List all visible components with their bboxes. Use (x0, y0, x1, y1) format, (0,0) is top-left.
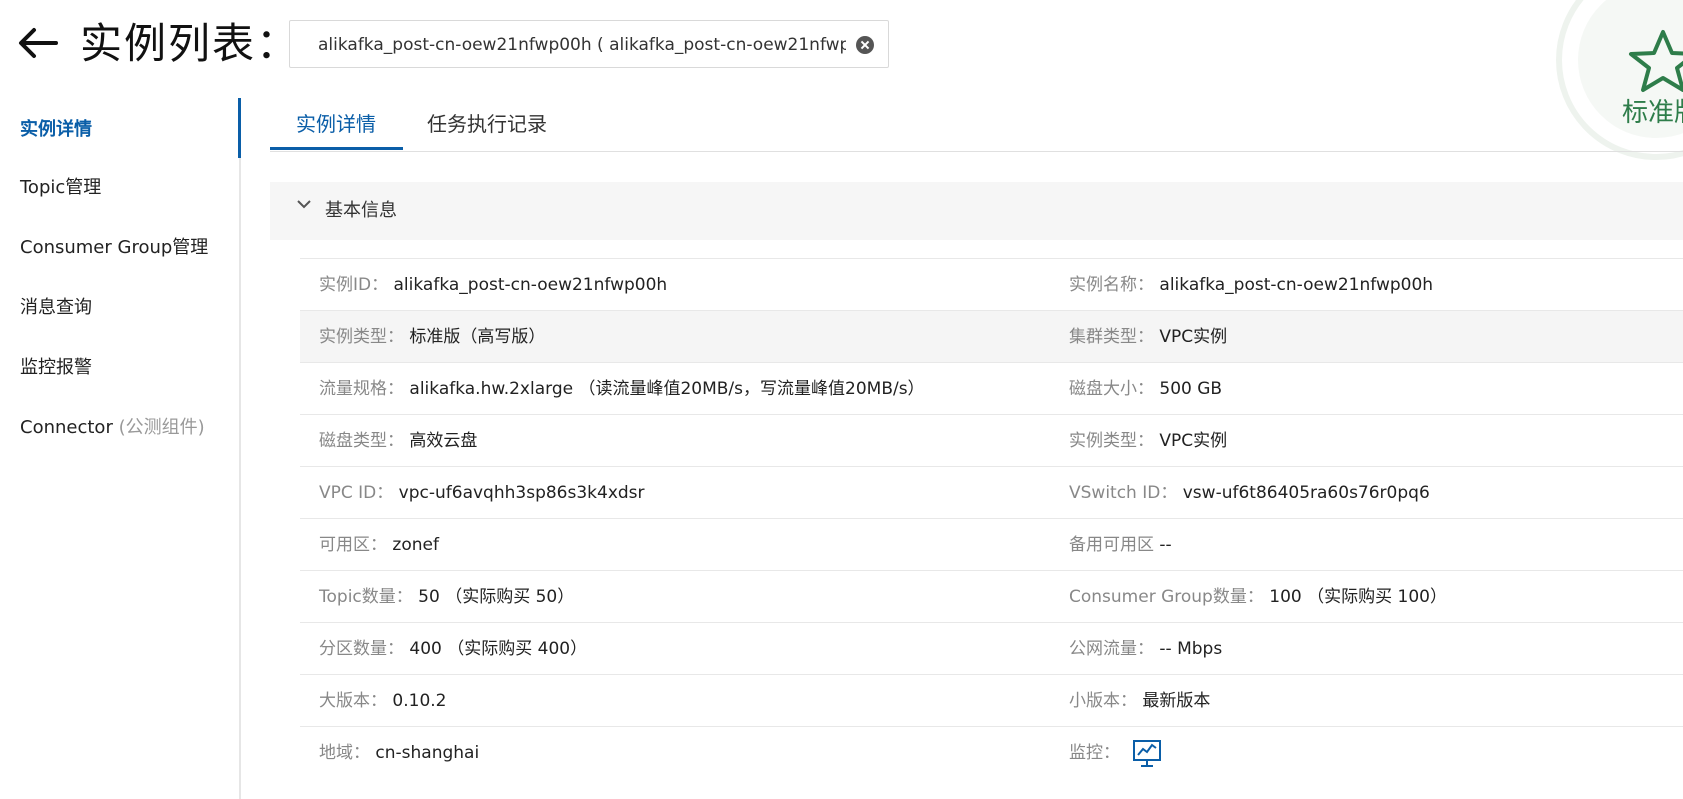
field-label: 大版本： (319, 691, 387, 711)
monitor-chart-icon[interactable] (1132, 738, 1162, 768)
detail-row: VPC ID： vpc-uf6avqhh3sp86s3k4xdsr VSwitc… (300, 466, 1683, 518)
field-value: 50 （实际购买 50） (418, 587, 575, 607)
detail-row: 可用区： zonef 备用可用区 -- (300, 518, 1683, 570)
field-label: 集群类型： (1069, 327, 1154, 347)
field-label: VSwitch ID： (1069, 483, 1178, 503)
detail-left-cell: 可用区： zonef (319, 519, 439, 571)
sidebar (0, 96, 240, 799)
field-label: 实例类型： (319, 327, 404, 347)
detail-left-cell: 实例ID： alikafka_post-cn-oew21nfwp00h (319, 259, 667, 311)
field-label: 磁盘大小： (1069, 379, 1154, 399)
field-value: zonef (392, 535, 439, 555)
field-value: 100 （实际购买 100） (1269, 587, 1447, 607)
field-value: 400 （实际购买 400） (409, 639, 588, 659)
field-label: Consumer Group数量： (1069, 587, 1264, 607)
detail-right-cell: 实例名称： alikafka_post-cn-oew21nfwp00h (1069, 259, 1433, 311)
field-value: 标准版（高写版） (409, 327, 546, 347)
detail-right-cell: VSwitch ID： vsw-uf6t86405ra60s76r0pq6 (1069, 467, 1430, 519)
field-label: Topic数量： (319, 587, 413, 607)
sidebar-item-monitoring-alerts[interactable]: 监控报警 (20, 356, 92, 380)
sidebar-item-consumer-group-management[interactable]: Consumer Group管理 (20, 236, 208, 260)
star-icon (1629, 30, 1683, 92)
section-title: 基本信息 (325, 200, 397, 221)
field-label: 实例名称： (1069, 275, 1154, 295)
sidebar-item-connector-suffix: (公测组件) (118, 417, 205, 438)
sidebar-item-message-query[interactable]: 消息查询 (20, 296, 92, 320)
field-value: 最新版本 (1142, 691, 1211, 711)
detail-left-cell: 流量规格： alikafka.hw.2xlarge （读流量峰值20MB/s，写… (319, 363, 925, 415)
field-value: -- (1159, 535, 1172, 555)
tab-task-records[interactable]: 任务执行记录 (427, 110, 547, 138)
detail-row: 流量规格： alikafka.hw.2xlarge （读流量峰值20MB/s，写… (300, 362, 1683, 414)
field-label: 备用可用区 (1069, 535, 1154, 555)
field-value: vpc-uf6avqhh3sp86s3k4xdsr (398, 483, 645, 503)
field-value: 高效云盘 (409, 431, 478, 451)
field-label: 小版本： (1069, 691, 1137, 711)
detail-row: 实例类型： 标准版（高写版） 集群类型： VPC实例 (300, 310, 1683, 362)
clear-icon[interactable] (856, 36, 874, 54)
detail-tabs: 实例详情 任务执行记录 (270, 96, 1683, 152)
detail-row: 分区数量： 400 （实际购买 400） 公网流量： -- Mbps (300, 622, 1683, 674)
detail-right-cell: 实例类型： VPC实例 (1069, 415, 1227, 467)
chevron-down-icon[interactable] (296, 196, 312, 212)
instance-select[interactable]: alikafka_post-cn-oew21nfwp00h ( alikafka… (289, 20, 889, 68)
field-value: vsw-uf6t86405ra60s76r0pq6 (1182, 483, 1430, 503)
field-label: 磁盘类型： (319, 431, 404, 451)
detail-left-cell: 地域： cn-shanghai (319, 727, 479, 779)
sidebar-item-connector-label: Connector (20, 417, 113, 438)
detail-right-cell: 监控： (1069, 727, 1162, 779)
field-value: alikafka.hw.2xlarge （读流量峰值20MB/s，写流量峰值20… (409, 379, 925, 399)
detail-left-cell: 磁盘类型： 高效云盘 (319, 415, 477, 467)
field-value: 0.10.2 (392, 691, 447, 711)
field-label: 实例类型： (1069, 431, 1154, 451)
field-value: cn-shanghai (375, 743, 480, 763)
field-value: 500 GB (1159, 379, 1223, 399)
page-header: 实例列表： alikafka_post-cn-oew21nfwp00h ( al… (0, 0, 1683, 90)
field-label: 公网流量： (1069, 639, 1154, 659)
field-value: VPC实例 (1159, 327, 1228, 347)
field-value: alikafka_post-cn-oew21nfwp00h (1159, 275, 1434, 295)
detail-row: 磁盘类型： 高效云盘 实例类型： VPC实例 (300, 414, 1683, 466)
basic-info-section-header[interactable]: 基本信息 (270, 182, 1683, 240)
detail-left-cell: VPC ID： vpc-uf6avqhh3sp86s3k4xdsr (319, 467, 645, 519)
instance-select-value: alikafka_post-cn-oew21nfwp00h ( alikafka… (318, 35, 846, 55)
detail-right-cell: 小版本： 最新版本 (1069, 675, 1210, 727)
tab-instance-details[interactable]: 实例详情 (296, 110, 376, 138)
field-label: 流量规格： (319, 379, 404, 399)
detail-left-cell: 大版本： 0.10.2 (319, 675, 446, 727)
detail-right-cell: 集群类型： VPC实例 (1069, 311, 1227, 363)
detail-row: 实例ID： alikafka_post-cn-oew21nfwp00h 实例名称… (300, 258, 1683, 310)
detail-right-cell: 磁盘大小： 500 GB (1069, 363, 1222, 415)
detail-right-cell: 公网流量： -- Mbps (1069, 623, 1222, 675)
detail-row: 地域： cn-shanghai 监控： (300, 726, 1683, 778)
field-value: -- Mbps (1159, 639, 1223, 659)
field-label: 地域： (319, 743, 370, 763)
detail-left-cell: 分区数量： 400 （实际购买 400） (319, 623, 587, 675)
page-title: 实例列表： (80, 19, 301, 68)
field-label: 实例ID： (319, 275, 389, 295)
field-value: VPC实例 (1159, 431, 1228, 451)
sidebar-item-topic-management[interactable]: Topic管理 (20, 176, 101, 200)
field-label: VPC ID： (319, 483, 394, 503)
active-tab-underline (270, 147, 403, 150)
field-label: 分区数量： (319, 639, 404, 659)
back-arrow-icon[interactable] (16, 26, 58, 60)
sidebar-item-connector[interactable]: Connector (公测组件) (20, 416, 205, 440)
field-label: 监控： (1069, 743, 1120, 763)
field-value: alikafka_post-cn-oew21nfwp00h (393, 275, 668, 295)
detail-right-cell: Consumer Group数量： 100 （实际购买 100） (1069, 571, 1447, 623)
detail-left-cell: Topic数量： 50 （实际购买 50） (319, 571, 574, 623)
detail-left-cell: 实例类型： 标准版（高写版） (319, 311, 545, 363)
detail-row: Topic数量： 50 （实际购买 50） Consumer Group数量： … (300, 570, 1683, 622)
field-label: 可用区： (319, 535, 387, 555)
sidebar-item-instance-details[interactable]: 实例详情 (20, 118, 92, 142)
detail-right-cell: 备用可用区 -- (1069, 519, 1172, 571)
detail-row: 大版本： 0.10.2 小版本： 最新版本 (300, 674, 1683, 726)
